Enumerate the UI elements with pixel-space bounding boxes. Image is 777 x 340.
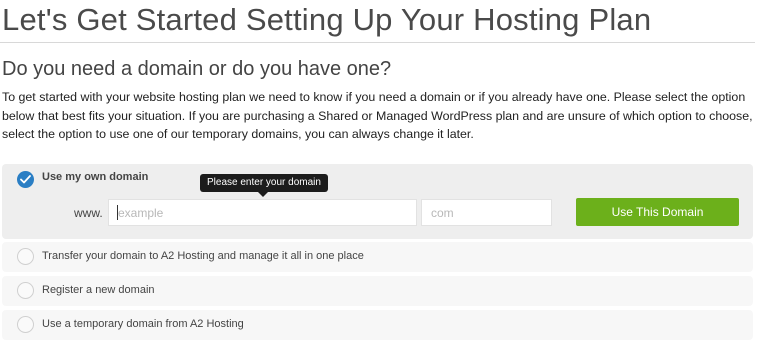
use-this-domain-button[interactable]: Use This Domain [576,198,739,226]
option-temporary-domain[interactable]: Use a temporary domain from A2 Hosting [2,310,753,340]
option-label: Use a temporary domain from A2 Hosting [42,318,244,330]
www-prefix: www. [74,206,103,220]
domain-input[interactable] [108,199,417,226]
tld-input[interactable] [421,199,552,226]
page-title: Let's Get Started Setting Up Your Hostin… [2,2,652,37]
radio-empty-icon[interactable] [17,316,34,333]
option-label: Register a new domain [42,284,155,296]
radio-empty-icon[interactable] [17,248,34,265]
option-label: Transfer your domain to A2 Hosting and m… [42,250,364,262]
text-cursor [117,205,118,220]
option-label: Use my own domain [42,171,149,183]
checkmark-icon[interactable] [17,171,34,188]
title-divider [0,42,755,43]
option-transfer-domain[interactable]: Transfer your domain to A2 Hosting and m… [2,242,753,272]
option-use-own-domain[interactable]: Use my own domain www. Use This Domain [2,164,753,239]
intro-text: To get started with your website hosting… [2,90,753,141]
radio-empty-icon[interactable] [17,282,34,299]
section-heading: Do you need a domain or do you have one? [2,58,392,80]
domain-tooltip: Please enter your domain [200,174,328,192]
option-register-domain[interactable]: Register a new domain [2,276,753,306]
tooltip-arrow [258,192,268,197]
